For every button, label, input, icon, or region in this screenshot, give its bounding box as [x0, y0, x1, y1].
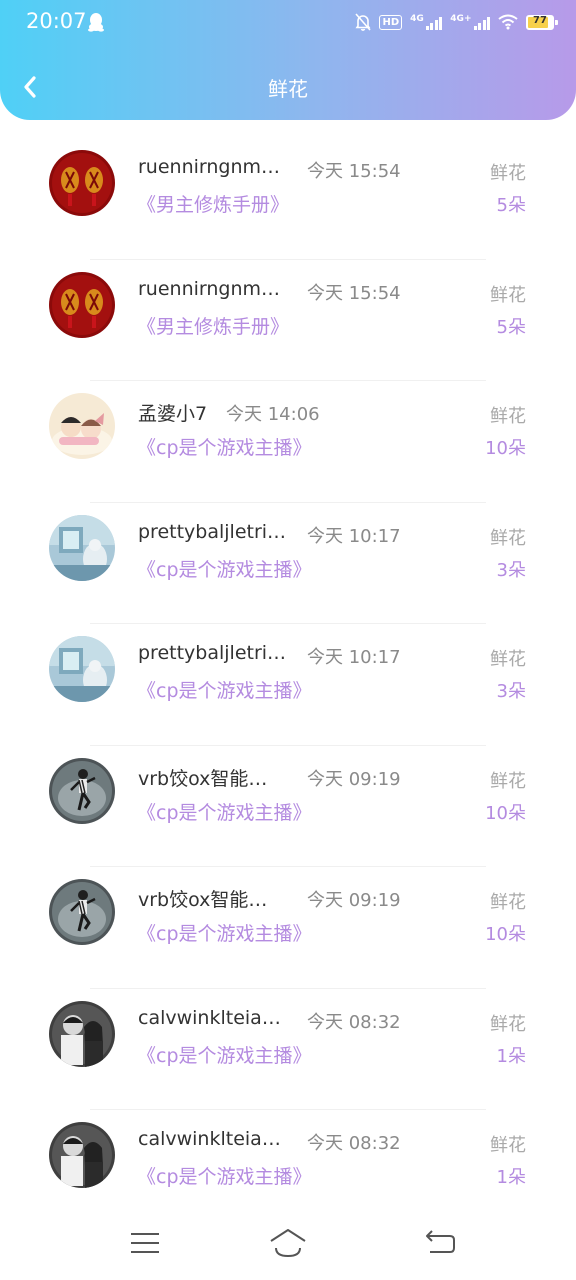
timestamp: 今天 08:32	[307, 1133, 401, 1154]
username: vrb饺ox智能…	[138, 889, 268, 911]
username: calvwinklteia…	[138, 1128, 281, 1150]
timestamp: 今天 09:19	[307, 890, 401, 911]
avatar[interactable]	[49, 1000, 115, 1067]
username: prettybaljletri…	[138, 642, 287, 664]
hd-badge: HD	[379, 14, 403, 30]
avatar[interactable]	[49, 150, 115, 216]
wifi-icon	[498, 14, 518, 30]
gift-count: 5朵	[496, 316, 526, 338]
back-arrow-icon[interactable]	[420, 1226, 460, 1260]
list-item[interactable]: ruennirngnm… 今天 15:54 《男主修炼手册》 鲜花 5朵	[0, 260, 576, 381]
gift-type-label: 鲜花	[490, 649, 526, 670]
book-title-link[interactable]: 《cp是个游戏主播》	[137, 433, 312, 460]
gift-type-label: 鲜花	[490, 284, 526, 306]
menu-icon[interactable]	[125, 1226, 165, 1260]
avatar[interactable]	[49, 757, 115, 824]
list-item[interactable]: prettybaljletri… 今天 10:17 《cp是个游戏主播》 鲜花 3朵	[0, 624, 576, 746]
avatar[interactable]	[49, 1122, 115, 1188]
status-bar: 20:07 HD 4G 4G+ 77	[0, 0, 576, 44]
book-title-link[interactable]: 《cp是个游戏主播》	[137, 555, 312, 582]
gift-type-label: 鲜花	[490, 1135, 526, 1156]
signal-4g: 4G	[410, 14, 443, 30]
username: 孟婆小7	[138, 403, 208, 425]
status-icons: HD 4G 4G+ 77	[355, 10, 558, 34]
timestamp: 今天 10:17	[307, 647, 401, 668]
book-title-link[interactable]: 《男主修炼手册》	[137, 190, 289, 217]
book-title-link[interactable]: 《cp是个游戏主播》	[137, 676, 312, 703]
list-item[interactable]: calvwinklteia… 今天 08:32 《cp是个游戏主播》 鲜花 1朵	[0, 989, 576, 1110]
list-item[interactable]: vrb饺ox智能… 今天 09:19 《cp是个游戏主播》 鲜花 10朵	[0, 746, 576, 867]
list-item[interactable]: 孟婆小7 今天 14:06 《cp是个游戏主播》 鲜花 10朵	[0, 381, 576, 503]
username: calvwinklteia…	[138, 1006, 281, 1029]
username: ruennirngnm…	[138, 156, 281, 178]
username: prettybaljletri…	[138, 520, 287, 543]
book-title-link[interactable]: 《cp是个游戏主播》	[137, 1041, 312, 1068]
list-item[interactable]: prettybaljletri… 今天 10:17 《cp是个游戏主播》 鲜花 3朵	[0, 503, 576, 624]
timestamp: 今天 09:19	[307, 768, 401, 790]
page-title: 鲜花	[268, 77, 308, 101]
timestamp: 今天 14:06	[226, 404, 320, 425]
battery-icon: 77	[526, 14, 558, 30]
avatar[interactable]	[49, 271, 115, 338]
gift-count: 3朵	[496, 559, 526, 581]
gift-count: 10朵	[485, 924, 526, 945]
home-icon[interactable]	[268, 1226, 308, 1260]
book-title-link[interactable]: 《cp是个游戏主播》	[137, 1162, 312, 1189]
status-time: 20:07	[26, 9, 87, 33]
avatar[interactable]	[49, 636, 115, 702]
app-header: 20:07 HD 4G 4G+ 77 鲜花	[0, 0, 576, 120]
gift-count: 10朵	[485, 438, 526, 459]
avatar[interactable]	[49, 514, 115, 581]
gift-count: 1朵	[496, 1167, 526, 1188]
book-title-link[interactable]: 《cp是个游戏主播》	[137, 919, 312, 946]
signal-4g-plus: 4G+	[450, 14, 490, 30]
signal-bars-icon	[425, 16, 443, 30]
gift-type-label: 鲜花	[490, 1013, 526, 1035]
timestamp: 今天 15:54	[307, 161, 401, 182]
mute-bell-icon	[355, 13, 372, 31]
gift-type-label: 鲜花	[490, 527, 526, 549]
signal-bars-icon	[473, 16, 490, 30]
gift-type-label: 鲜花	[490, 770, 526, 792]
gift-type-label: 鲜花	[490, 163, 526, 184]
timestamp: 今天 10:17	[307, 525, 401, 547]
gift-count: 10朵	[485, 802, 526, 824]
gift-count: 1朵	[496, 1045, 526, 1067]
qq-penguin-icon	[88, 13, 104, 32]
timestamp: 今天 08:32	[307, 1011, 401, 1033]
username: ruennirngnm…	[138, 277, 281, 300]
list-item[interactable]: vrb饺ox智能… 今天 09:19 《cp是个游戏主播》 鲜花 10朵	[0, 867, 576, 989]
gift-type-label: 鲜花	[490, 892, 526, 913]
timestamp: 今天 15:54	[307, 282, 401, 304]
gift-count: 3朵	[496, 681, 526, 702]
gift-record-list: ruennirngnm… 今天 15:54 《男主修炼手册》 鲜花 5朵 ruennirn…	[0, 138, 576, 1232]
list-item[interactable]: ruennirngnm… 今天 15:54 《男主修炼手册》 鲜花 5朵	[0, 138, 576, 260]
avatar[interactable]	[49, 879, 115, 945]
avatar[interactable]	[49, 393, 115, 459]
username: vrb饺ox智能…	[138, 767, 268, 790]
gift-type-label: 鲜花	[490, 406, 526, 427]
system-nav-bar	[0, 1210, 576, 1280]
gift-count: 5朵	[496, 195, 526, 216]
book-title-link[interactable]: 《cp是个游戏主播》	[137, 798, 312, 825]
book-title-link[interactable]: 《男主修炼手册》	[137, 312, 289, 339]
